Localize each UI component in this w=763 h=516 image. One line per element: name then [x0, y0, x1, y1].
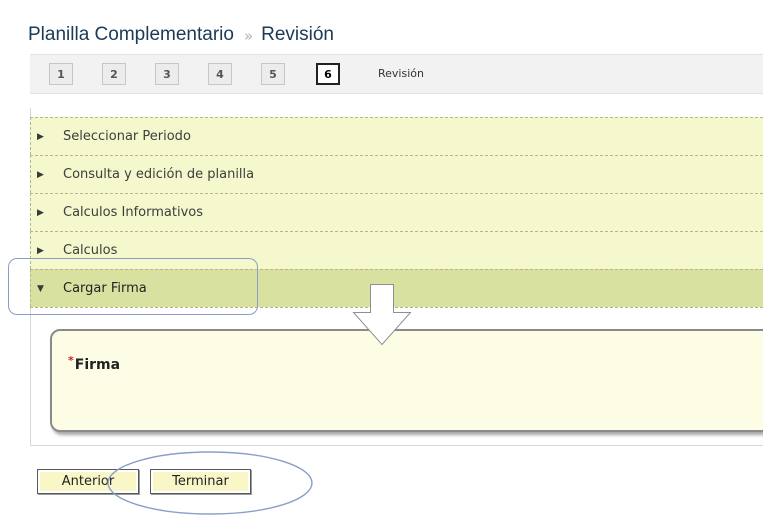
step-2-button[interactable]: 2	[102, 63, 126, 85]
step-6-current: 6	[316, 63, 340, 85]
firma-field-label: *Firma	[68, 354, 121, 373]
accordion-item-label: Calculos	[63, 243, 118, 258]
step-4-button[interactable]: 4	[208, 63, 232, 85]
required-marker: *	[68, 354, 74, 367]
breadcrumb: Planilla Complementario » Revisión	[28, 20, 334, 50]
accordion-item-consulta-edicion[interactable]: ▶ Consulta y edición de planilla	[30, 155, 763, 193]
step-5-button[interactable]: 5	[261, 63, 285, 85]
annotation-ellipse	[107, 451, 313, 515]
accordion-item-label: Seleccionar Periodo	[63, 129, 191, 144]
accordion-item-label: Calculos Informativos	[63, 205, 203, 220]
chevron-right-icon: ▶	[37, 131, 44, 142]
wizard-steps-bar: 1 2 3 4 5 6 Revisión	[30, 54, 763, 94]
firma-label-text: Firma	[74, 357, 121, 373]
down-arrow-annotation-icon	[352, 284, 412, 346]
page-subtitle: Revisión	[261, 24, 334, 45]
chevron-right-icon: ▶	[37, 169, 44, 180]
accordion-item-seleccionar-periodo[interactable]: ▶ Seleccionar Periodo	[30, 117, 763, 155]
step-3-button[interactable]: 3	[155, 63, 179, 85]
step-1-button[interactable]: 1	[49, 63, 73, 85]
annotation-highlight-rect	[8, 258, 258, 315]
step-current-label: Revisión	[378, 67, 424, 80]
accordion-item-calculos-informativos[interactable]: ▶ Calculos Informativos	[30, 193, 763, 231]
breadcrumb-separator: »	[243, 27, 254, 45]
chevron-right-icon: ▶	[37, 207, 44, 218]
accordion-item-label: Consulta y edición de planilla	[63, 167, 255, 182]
chevron-right-icon: ▶	[37, 245, 44, 256]
page-title: Planilla Complementario	[28, 24, 234, 45]
